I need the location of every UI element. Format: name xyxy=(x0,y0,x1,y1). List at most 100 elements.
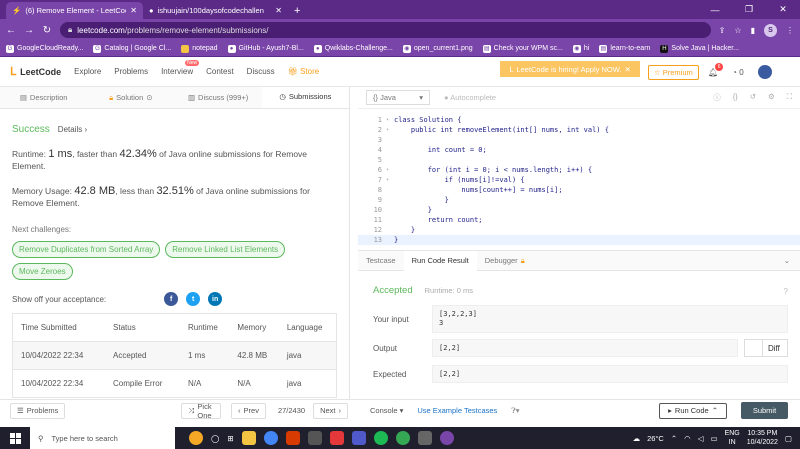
challenge-chip[interactable]: Remove Duplicates from Sorted Array xyxy=(12,241,161,258)
bookmark-item[interactable]: G Catalog | Google Cl... xyxy=(93,44,171,53)
weather-widget-icon[interactable] xyxy=(189,431,203,445)
linkedin-icon[interactable]: in xyxy=(208,292,223,306)
bookmark-item[interactable]: notepad xyxy=(181,44,218,53)
code-line[interactable]: 13} xyxy=(358,235,800,245)
nav-discuss[interactable]: Discuss xyxy=(247,67,275,76)
clock[interactable]: 10:35 PM 10/4/2022 xyxy=(747,429,778,447)
next-button[interactable]: Next › xyxy=(313,402,348,419)
fold-icon[interactable]: ▾ xyxy=(386,165,394,175)
hiring-banner[interactable]: ᒪ LeetCode is hiring! Apply NOW. ✕ xyxy=(500,61,640,77)
file-explorer-icon[interactable] xyxy=(241,431,256,445)
info-icon[interactable]: ⓘ xyxy=(713,92,721,103)
wifi-icon[interactable]: ◠ xyxy=(684,434,691,443)
tab-discuss[interactable]: ▥ Discuss (999+) xyxy=(175,87,262,108)
language-indicator[interactable]: ENG IN xyxy=(725,429,740,447)
bookmark-item[interactable]: ◉ open_current1.png xyxy=(402,44,473,53)
chrome-icon[interactable] xyxy=(439,431,454,445)
diff-toggle[interactable]: Diff xyxy=(744,339,788,357)
pick-one-button[interactable]: ⤨ Pick One xyxy=(181,402,222,420)
maximize-icon[interactable]: ❐ xyxy=(732,0,766,19)
code-line[interactable]: 12 } xyxy=(358,225,800,235)
chrome-icon[interactable] xyxy=(395,431,410,445)
reset-icon[interactable]: ↺ xyxy=(750,92,756,103)
spotify-icon[interactable] xyxy=(373,431,388,445)
widgets-icon[interactable]: ⊞ xyxy=(227,434,233,443)
fold-icon[interactable] xyxy=(386,155,394,165)
notification-bell[interactable]: 🔔︎ 6 xyxy=(708,62,724,77)
weather-icon[interactable]: ☁ xyxy=(633,434,641,443)
minimize-icon[interactable]: — xyxy=(698,0,732,19)
challenge-chip[interactable]: Move Zeroes xyxy=(12,263,73,280)
tab-testcase[interactable]: Testcase xyxy=(358,251,404,271)
nav-problems[interactable]: Problems xyxy=(114,67,148,76)
bookmark-item[interactable]: ▤ learn-to-earn xyxy=(599,44,650,53)
teams-icon[interactable] xyxy=(351,431,366,445)
bookmark-item[interactable]: ● GitHub - Ayush7-Bl... xyxy=(227,44,304,53)
menu-icon[interactable]: ⋮ xyxy=(786,26,794,35)
code-line[interactable]: 11 return count; xyxy=(358,215,800,225)
windows-start-button[interactable] xyxy=(0,432,30,444)
nav-explore[interactable]: Explore xyxy=(74,67,101,76)
fold-icon[interactable] xyxy=(386,135,394,145)
url-input[interactable]: 🔒︎ leetcode.com/problems/remove-element/… xyxy=(60,22,711,38)
use-example-testcases-link[interactable]: Use Example Testcases xyxy=(417,406,497,415)
bookmark-item[interactable]: ● Qwiklabs-Challenge... xyxy=(313,44,393,53)
table-row[interactable]: 10/04/2022 22:34 Accepted 1 ms 42.8 MB j… xyxy=(12,341,337,370)
problems-button[interactable]: ☰ Problems xyxy=(10,402,66,419)
taskbar-search[interactable]: ⚲ Type here to search xyxy=(30,427,175,449)
code-line[interactable]: 1 ▾ class Solution { xyxy=(358,115,800,125)
premium-button[interactable]: ☆ Premium xyxy=(648,65,699,80)
browser-tab-leetcode[interactable]: ⚡ (6) Remove Element - LeetCode ✕ xyxy=(6,2,143,19)
fold-icon[interactable]: ▾ xyxy=(386,125,394,135)
browser-tab-github[interactable]: ● ishuujain/100daysofcodechallen ✕ xyxy=(143,2,288,19)
status-link[interactable]: Compile Error xyxy=(105,369,180,398)
language-select[interactable]: {} Java ▾ xyxy=(366,90,430,105)
coins[interactable]: ◔ 0 xyxy=(732,68,744,77)
code-line[interactable]: 5 xyxy=(358,155,800,165)
nav-contest[interactable]: Contest xyxy=(206,67,234,76)
app-icon[interactable] xyxy=(417,431,432,445)
temperature[interactable]: 26°C xyxy=(647,434,664,443)
prev-button[interactable]: ‹ Prev xyxy=(231,402,266,419)
nav-interview[interactable]: Interview New xyxy=(161,60,200,76)
tab-description[interactable]: ▤ Description xyxy=(0,87,87,108)
challenge-chip[interactable]: Remove Linked List Elements xyxy=(165,241,286,258)
help-icon[interactable]: ❓︎▾ xyxy=(511,406,519,416)
bookmark-item[interactable]: H Solve Java | Hacker... xyxy=(660,44,739,53)
battery-icon[interactable]: ▭ xyxy=(710,434,717,443)
fold-icon[interactable] xyxy=(386,195,394,205)
profile-avatar[interactable]: S xyxy=(764,23,777,37)
tab-solution[interactable]: 🔒︎ Solution ⊙ xyxy=(87,87,174,108)
settings-icon[interactable]: ⚙ xyxy=(768,92,775,103)
run-code-button[interactable]: ▸ Run Code ⌃ xyxy=(659,402,727,419)
sidebar-icon[interactable]: ▮ xyxy=(751,26,755,35)
close-tab-icon[interactable]: ✕ xyxy=(130,6,137,15)
code-line[interactable]: 2 ▾ public int removeElement(int[] nums, … xyxy=(358,125,800,135)
close-window-icon[interactable]: ✕ xyxy=(766,0,800,19)
user-avatar[interactable] xyxy=(757,65,772,79)
code-line[interactable]: 3 xyxy=(358,135,800,145)
fold-icon[interactable] xyxy=(386,235,394,245)
code-line[interactable]: 7 ▾ if (nums[i]!=val) { xyxy=(358,175,800,185)
code-line[interactable]: 9 } xyxy=(358,195,800,205)
code-line[interactable]: 4 int count = 0; xyxy=(358,145,800,155)
table-row[interactable]: 10/04/2022 22:34 Compile Error N/A N/A j… xyxy=(12,369,337,398)
office-icon[interactable] xyxy=(285,431,300,445)
new-tab-button[interactable]: + xyxy=(288,2,306,19)
bookmark-item[interactable]: ▤ Check your WPM sc... xyxy=(482,44,563,53)
chrome-icon[interactable] xyxy=(263,431,278,445)
braces-icon[interactable]: {} xyxy=(733,92,738,103)
code-area[interactable]: 1 ▾ class Solution {2 ▾ public int removeEl… xyxy=(358,109,800,245)
fold-icon[interactable]: ▾ xyxy=(386,175,394,185)
notifications-icon[interactable]: ▢ xyxy=(785,434,792,443)
star-icon[interactable]: ☆ xyxy=(734,26,741,35)
back-icon[interactable]: ← xyxy=(6,25,16,36)
help-icon[interactable]: ? xyxy=(784,287,788,296)
console-toggle[interactable]: Console ▾ xyxy=(370,406,403,415)
code-line[interactable]: 8 nums[count++] = nums[i]; xyxy=(358,185,800,195)
autocomplete-toggle[interactable]: ● Autocomplete xyxy=(444,93,496,102)
vivaldi-icon[interactable] xyxy=(329,431,344,445)
chevron-up-icon[interactable]: ⌃ xyxy=(671,434,677,443)
tab-submissions[interactable]: ◷ Submissions xyxy=(261,87,349,108)
fold-icon[interactable] xyxy=(386,145,394,155)
